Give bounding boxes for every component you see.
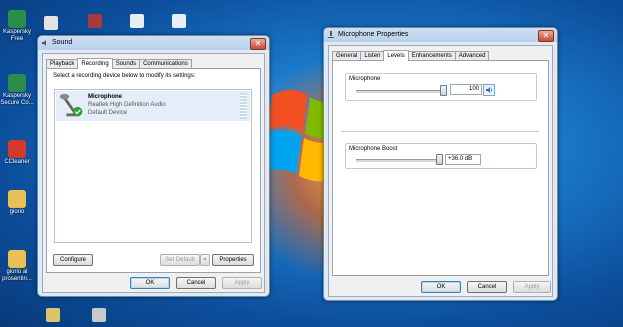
ok-button[interactable]: OK <box>130 277 170 289</box>
boost-slider-track[interactable] <box>356 159 438 162</box>
instruction-text: Select a recording device below to modif… <box>53 73 196 79</box>
levels-panel: Microphone 100 Microphone Boost +36.0 dB <box>332 60 549 276</box>
sound-title: Sound <box>52 39 73 46</box>
group-separator <box>341 131 539 132</box>
folder-icon <box>8 250 26 268</box>
mic-tabs: General Listen Levels Enhancements Advanced <box>332 50 490 61</box>
mic-title: Microphone Properties <box>338 31 409 38</box>
sound-titlebar[interactable]: Sound ✕ <box>38 36 269 50</box>
chevron-down-icon: ▾ <box>203 257 207 263</box>
speaker-icon <box>42 40 46 46</box>
microphone-slider-track[interactable] <box>356 90 444 93</box>
microphone-level-input[interactable]: 100 <box>450 84 482 95</box>
set-default-button[interactable]: Set Default <box>160 254 200 266</box>
recording-panel: Select a recording device below to modif… <box>46 68 261 273</box>
cancel-button[interactable]: Cancel <box>467 281 507 293</box>
microphone-label: Microphone <box>349 76 381 82</box>
microphone-boost-group: Microphone Boost +36.0 dB <box>345 143 537 169</box>
folder-icon <box>8 190 26 208</box>
top-file-icon-2[interactable] <box>88 14 102 28</box>
ok-button[interactable]: OK <box>421 281 461 293</box>
mic-titlebar[interactable]: Microphone Properties ✕ <box>324 28 557 42</box>
apply-button[interactable]: Apply <box>222 277 262 289</box>
bottom-file-icon-1[interactable] <box>46 308 60 322</box>
desktop-icon-giorio-al[interactable]: giorio al prosentin... <box>0 250 34 283</box>
sound-body: Playback Recording Sounds Communications Se… <box>42 53 265 293</box>
top-file-icon-3[interactable] <box>130 14 144 28</box>
microphone-level-group: Microphone 100 <box>345 73 537 101</box>
kaspersky-icon <box>8 10 26 28</box>
tab-levels[interactable]: Levels <box>383 50 409 61</box>
device-list: Microphone Realtek High Definition Audio… <box>54 89 252 243</box>
speaker-icon[interactable] <box>483 84 495 96</box>
bottom-file-icon-2[interactable] <box>92 308 106 322</box>
microphone-boost-label: Microphone Boost <box>349 146 398 152</box>
sound-tabs: Playback Recording Sounds Communications <box>46 58 192 69</box>
desktop-icon-ccleaner[interactable]: CCleaner <box>0 140 34 166</box>
close-icon[interactable]: ✕ <box>250 38 266 50</box>
level-meter <box>240 93 247 119</box>
sound-window: Sound ✕ Playback Recording Sounds Communica… <box>37 35 270 297</box>
configure-button[interactable]: Configure <box>53 254 93 266</box>
microphone-icon <box>328 31 334 38</box>
ccleaner-icon <box>8 140 26 158</box>
desktop-icon-giorio[interactable]: giorio <box>0 190 34 216</box>
device-driver: Realtek High Definition Audio <box>88 102 166 108</box>
desktop-icon-kaspersky-secure[interactable]: Kaspersky Secure Co... <box>0 74 34 107</box>
kaspersky-secure-icon <box>8 74 26 92</box>
boost-slider-thumb[interactable] <box>436 154 443 165</box>
set-default-dropdown[interactable]: ▾ <box>200 254 210 266</box>
apply-button[interactable]: Apply <box>513 281 551 293</box>
mic-body: General Listen Levels Enhancements Advanced … <box>328 45 553 297</box>
properties-button[interactable]: Properties <box>212 254 254 266</box>
tab-recording[interactable]: Recording <box>77 58 113 69</box>
microphone-slider-thumb[interactable] <box>440 85 447 96</box>
device-row-microphone[interactable]: Microphone Realtek High Definition Audio… <box>56 91 250 121</box>
device-status: Default Device <box>88 110 128 116</box>
boost-level-input: +36.0 dB <box>445 154 481 165</box>
mic-properties-window: Microphone Properties ✕ General Listen Lev… <box>323 27 558 301</box>
top-file-icon-4[interactable] <box>172 14 186 28</box>
microphone-icon <box>59 93 83 117</box>
top-file-icon-1[interactable] <box>44 16 58 30</box>
close-icon[interactable]: ✕ <box>538 30 554 42</box>
device-name: Microphone <box>88 94 122 100</box>
desktop-icon-kaspersky-free[interactable]: Kaspersky Free <box>0 10 34 43</box>
cancel-button[interactable]: Cancel <box>176 277 216 289</box>
